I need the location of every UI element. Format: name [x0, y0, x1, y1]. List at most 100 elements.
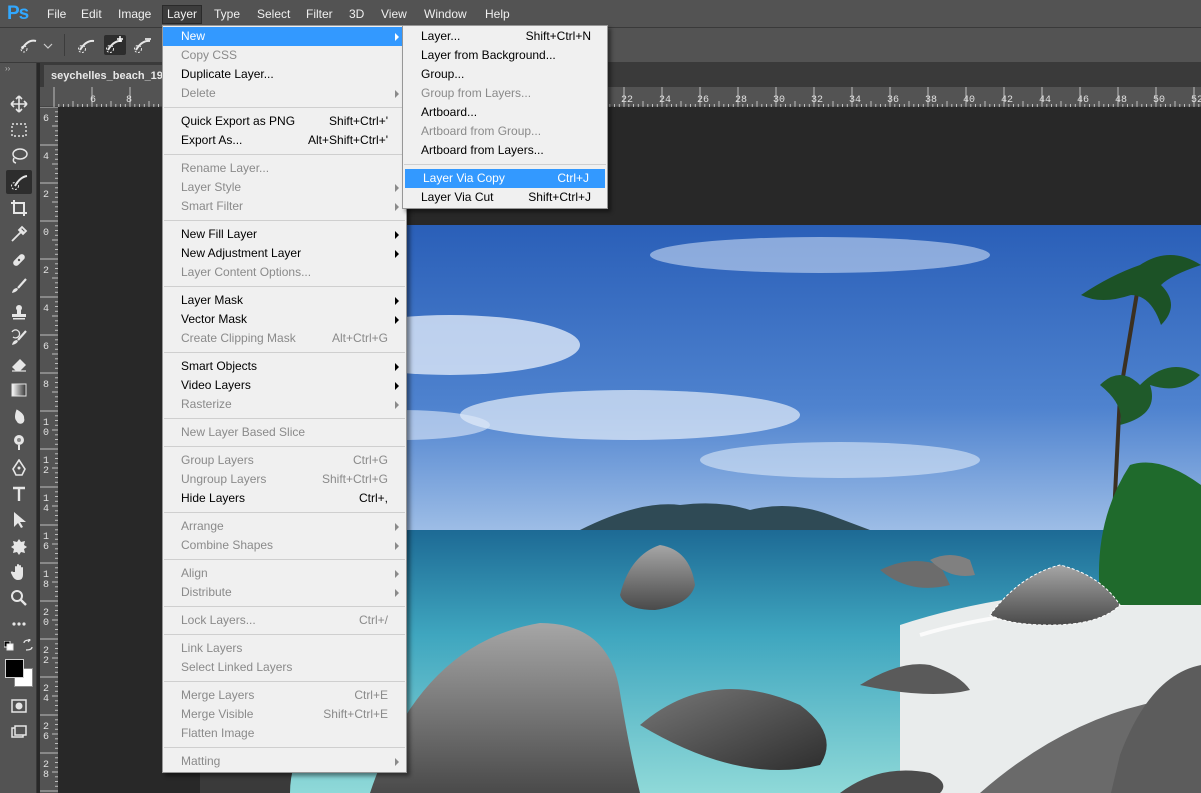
menu-type[interactable]: Type [210, 6, 244, 24]
layer-menu-item-smart-filter: Smart Filter [163, 197, 406, 216]
shape-tool-icon[interactable] [6, 534, 32, 558]
menu-item-shortcut: Ctrl+E [354, 688, 388, 702]
menu-select[interactable]: Select [253, 6, 294, 24]
layer-menu-item-layer-style: Layer Style [163, 178, 406, 197]
blur-tool-icon[interactable] [6, 404, 32, 428]
quick-mask-icon[interactable] [6, 694, 32, 718]
ruler-label: 6 [90, 95, 97, 106]
ruler-label: 2 4 [43, 684, 50, 705]
menu-item-label: Layer from Background... [421, 48, 556, 62]
menu-window[interactable]: Window [420, 6, 471, 24]
new-menu-item-group[interactable]: Group... [403, 65, 607, 84]
layer-menu-item-combine-shapes: Combine Shapes [163, 536, 406, 555]
hand-tool-icon[interactable] [6, 560, 32, 584]
dodge-tool-icon[interactable] [6, 430, 32, 454]
layer-menu-item-link-layers: Link Layers [163, 639, 406, 658]
collapse-panel-icon[interactable]: ›› [5, 64, 10, 73]
menu-item-label: Layer... [421, 29, 461, 43]
layer-menu-item-smart-objects[interactable]: Smart Objects [163, 357, 406, 376]
healing-brush-tool-icon[interactable] [6, 248, 32, 272]
menu-item-label: Flatten Image [181, 726, 255, 740]
menu-item-label: New Adjustment Layer [181, 246, 302, 260]
layer-menu-item-duplicate-layer[interactable]: Duplicate Layer... [163, 65, 406, 84]
new-menu-item-layer-via-copy[interactable]: Layer Via Copy Ctrl+J [405, 169, 605, 188]
new-menu-item-layer-via-cut[interactable]: Layer Via Cut Shift+Ctrl+J [403, 188, 607, 207]
menu-separator [164, 352, 405, 353]
menu-3d[interactable]: 3D [345, 6, 368, 24]
new-menu-item-artboard[interactable]: Artboard... [403, 103, 607, 122]
ruler-label: 2 [43, 190, 50, 201]
menu-item-shortcut: Shift+Ctrl+' [329, 114, 388, 128]
layer-menu-item-create-clipping-mask: Create Clipping Mask Alt+Ctrl+G [163, 329, 406, 348]
eyedropper-tool-icon[interactable] [6, 222, 32, 246]
layer-menu-item-vector-mask[interactable]: Vector Mask [163, 310, 406, 329]
layer-menu-item-align: Align [163, 564, 406, 583]
brush-tool-icon[interactable] [6, 274, 32, 298]
gradient-tool-icon[interactable] [6, 378, 32, 402]
quick-selection-tool-icon[interactable] [6, 170, 32, 194]
move-tool-icon[interactable] [6, 92, 32, 116]
document-tab[interactable]: seychelles_beach_192 [44, 65, 174, 87]
screen-mode-icon[interactable] [6, 720, 32, 744]
menu-item-label: New [181, 29, 206, 43]
menu-layer[interactable]: Layer [162, 5, 203, 24]
menu-bar: Ps File Edit Image Layer Type Select Fil… [0, 0, 1201, 28]
ruler-label: 2 8 [43, 760, 50, 781]
foreground-color-swatch[interactable] [5, 659, 24, 678]
menu-item-label: Artboard from Layers... [421, 143, 544, 157]
subtract-from-selection-icon[interactable] [132, 35, 154, 55]
menu-file[interactable]: File [43, 6, 70, 24]
crop-tool-icon[interactable] [6, 196, 32, 220]
add-to-selection-icon[interactable] [104, 35, 126, 55]
menu-item-shortcut: Shift+Ctrl+E [323, 707, 388, 721]
marquee-tool-icon[interactable] [6, 118, 32, 142]
layer-menu-item-layer-mask[interactable]: Layer Mask [163, 291, 406, 310]
history-brush-tool-icon[interactable] [6, 326, 32, 350]
ruler-label: 0 [43, 228, 50, 239]
type-tool-icon[interactable] [6, 482, 32, 506]
menu-view[interactable]: View [377, 6, 411, 24]
eraser-tool-icon[interactable] [6, 352, 32, 376]
menu-edit[interactable]: Edit [77, 6, 106, 24]
new-menu-item-artboard-from-group: Artboard from Group... [403, 122, 607, 141]
zoom-tool-icon[interactable] [6, 586, 32, 610]
menu-item-shortcut: Alt+Shift+Ctrl+' [308, 133, 388, 147]
more-tools-icon[interactable] [6, 612, 32, 636]
layer-menu-item-hide-layers[interactable]: Hide Layers Ctrl+, [163, 489, 406, 508]
new-menu-item-layer-from-background[interactable]: Layer from Background... [403, 46, 607, 65]
ruler-label: 1 8 [43, 570, 50, 591]
lasso-tool-icon[interactable] [6, 144, 32, 168]
menu-help[interactable]: Help [481, 6, 514, 24]
pen-tool-icon[interactable] [6, 456, 32, 480]
new-selection-icon[interactable] [76, 35, 98, 55]
new-menu-item-artboard-from-layers[interactable]: Artboard from Layers... [403, 141, 607, 160]
clone-stamp-tool-icon[interactable] [6, 300, 32, 324]
default-colors-icon[interactable] [3, 640, 14, 651]
menu-item-shortcut: Shift+Ctrl+G [321, 472, 388, 486]
new-menu-item-layer[interactable]: Layer... Shift+Ctrl+N [403, 27, 607, 46]
layer-menu-item-export-as[interactable]: Export As... Alt+Shift+Ctrl+' [163, 131, 406, 150]
menu-filter[interactable]: Filter [302, 6, 337, 24]
tool-preset-picker-icon[interactable] [18, 35, 53, 55]
menu-item-label: Delete [181, 86, 216, 100]
menu-item-shortcut: Ctrl+/ [358, 613, 388, 627]
menu-item-label: Export As... [181, 133, 243, 147]
swap-colors-icon[interactable] [22, 637, 34, 651]
menu-item-label: Layer Mask [181, 293, 244, 307]
layer-menu-item-quick-export-as-png[interactable]: Quick Export as PNG Shift+Ctrl+' [163, 112, 406, 131]
path-selection-tool-icon[interactable] [6, 508, 32, 532]
layer-menu-item-new-fill-layer[interactable]: New Fill Layer [163, 225, 406, 244]
menu-item-shortcut: Ctrl+G [352, 453, 388, 467]
submenu-arrow-icon [395, 33, 399, 41]
submenu-arrow-icon [395, 589, 399, 597]
menu-image[interactable]: Image [114, 6, 155, 24]
layer-menu-item-video-layers[interactable]: Video Layers [163, 376, 406, 395]
menu-item-label: Hide Layers [181, 491, 246, 505]
submenu-arrow-icon [395, 523, 399, 531]
menu-item-shortcut: Alt+Ctrl+G [331, 331, 388, 345]
layer-menu-item-new-adjustment-layer[interactable]: New Adjustment Layer [163, 244, 406, 263]
layer-menu-item-new[interactable]: New [163, 27, 406, 46]
submenu-arrow-icon [395, 542, 399, 550]
submenu-arrow-icon [395, 184, 399, 192]
ruler-label: 52 [1191, 95, 1201, 106]
